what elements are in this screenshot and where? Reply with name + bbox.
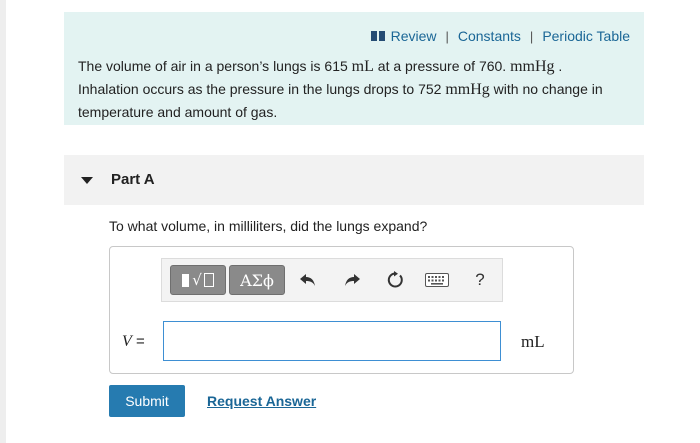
help-icon[interactable]: ? [468,268,492,292]
redo-icon[interactable] [340,268,364,292]
undo-icon[interactable] [296,268,320,292]
caret-down-icon[interactable] [81,177,93,184]
keyboard-icon[interactable] [424,268,450,292]
question-text: To what volume, in milliliters, did the … [109,218,428,234]
submit-button[interactable]: Submit [109,385,185,417]
answer-panel: √ ΑΣϕ ? V = mL [109,246,574,374]
left-edge-strip [0,0,6,443]
equals-sign: = [131,333,145,350]
greek-symbols-button[interactable]: ΑΣϕ [229,265,285,295]
review-link[interactable]: Review [391,28,437,44]
unit-ml: mL [351,58,374,75]
problem-statement-panel: Review | Constants | Periodic Table The … [64,12,644,125]
variable-symbol: V [122,333,132,350]
unit-label: mL [521,332,545,351]
link-separator: | [529,28,534,44]
part-a-header[interactable]: Part A [64,155,644,205]
constants-link[interactable]: Constants [458,28,521,44]
box-icon [203,273,214,287]
templates-button[interactable]: √ [170,265,226,295]
reset-icon[interactable] [383,268,407,292]
problem-text-part: Inhalation occurs as the pressure in the… [78,81,446,97]
unit-mmhg: mmHg [445,81,490,98]
math-toolbar: √ ΑΣϕ ? [161,258,503,302]
answer-input[interactable] [163,321,501,361]
book-icon [370,31,385,41]
problem-text-part: . [554,58,563,74]
radical-icon: √ [192,271,202,289]
problem-text: The volume of air in a person’s lungs is… [78,55,638,123]
link-separator: | [445,28,449,44]
header-links: Review | Constants | Periodic Table [370,28,630,44]
unit-mmhg: mmHg [510,58,555,75]
part-title: Part A [111,171,155,188]
request-answer-link[interactable]: Request Answer [207,393,316,409]
periodic-table-link[interactable]: Periodic Table [542,28,630,44]
problem-text-part: The volume of air in a person’s lungs is… [78,58,352,74]
templates-icon [182,273,190,287]
problem-text-part: at a pressure of 760. [373,58,511,74]
variable-label: V = [122,333,145,351]
